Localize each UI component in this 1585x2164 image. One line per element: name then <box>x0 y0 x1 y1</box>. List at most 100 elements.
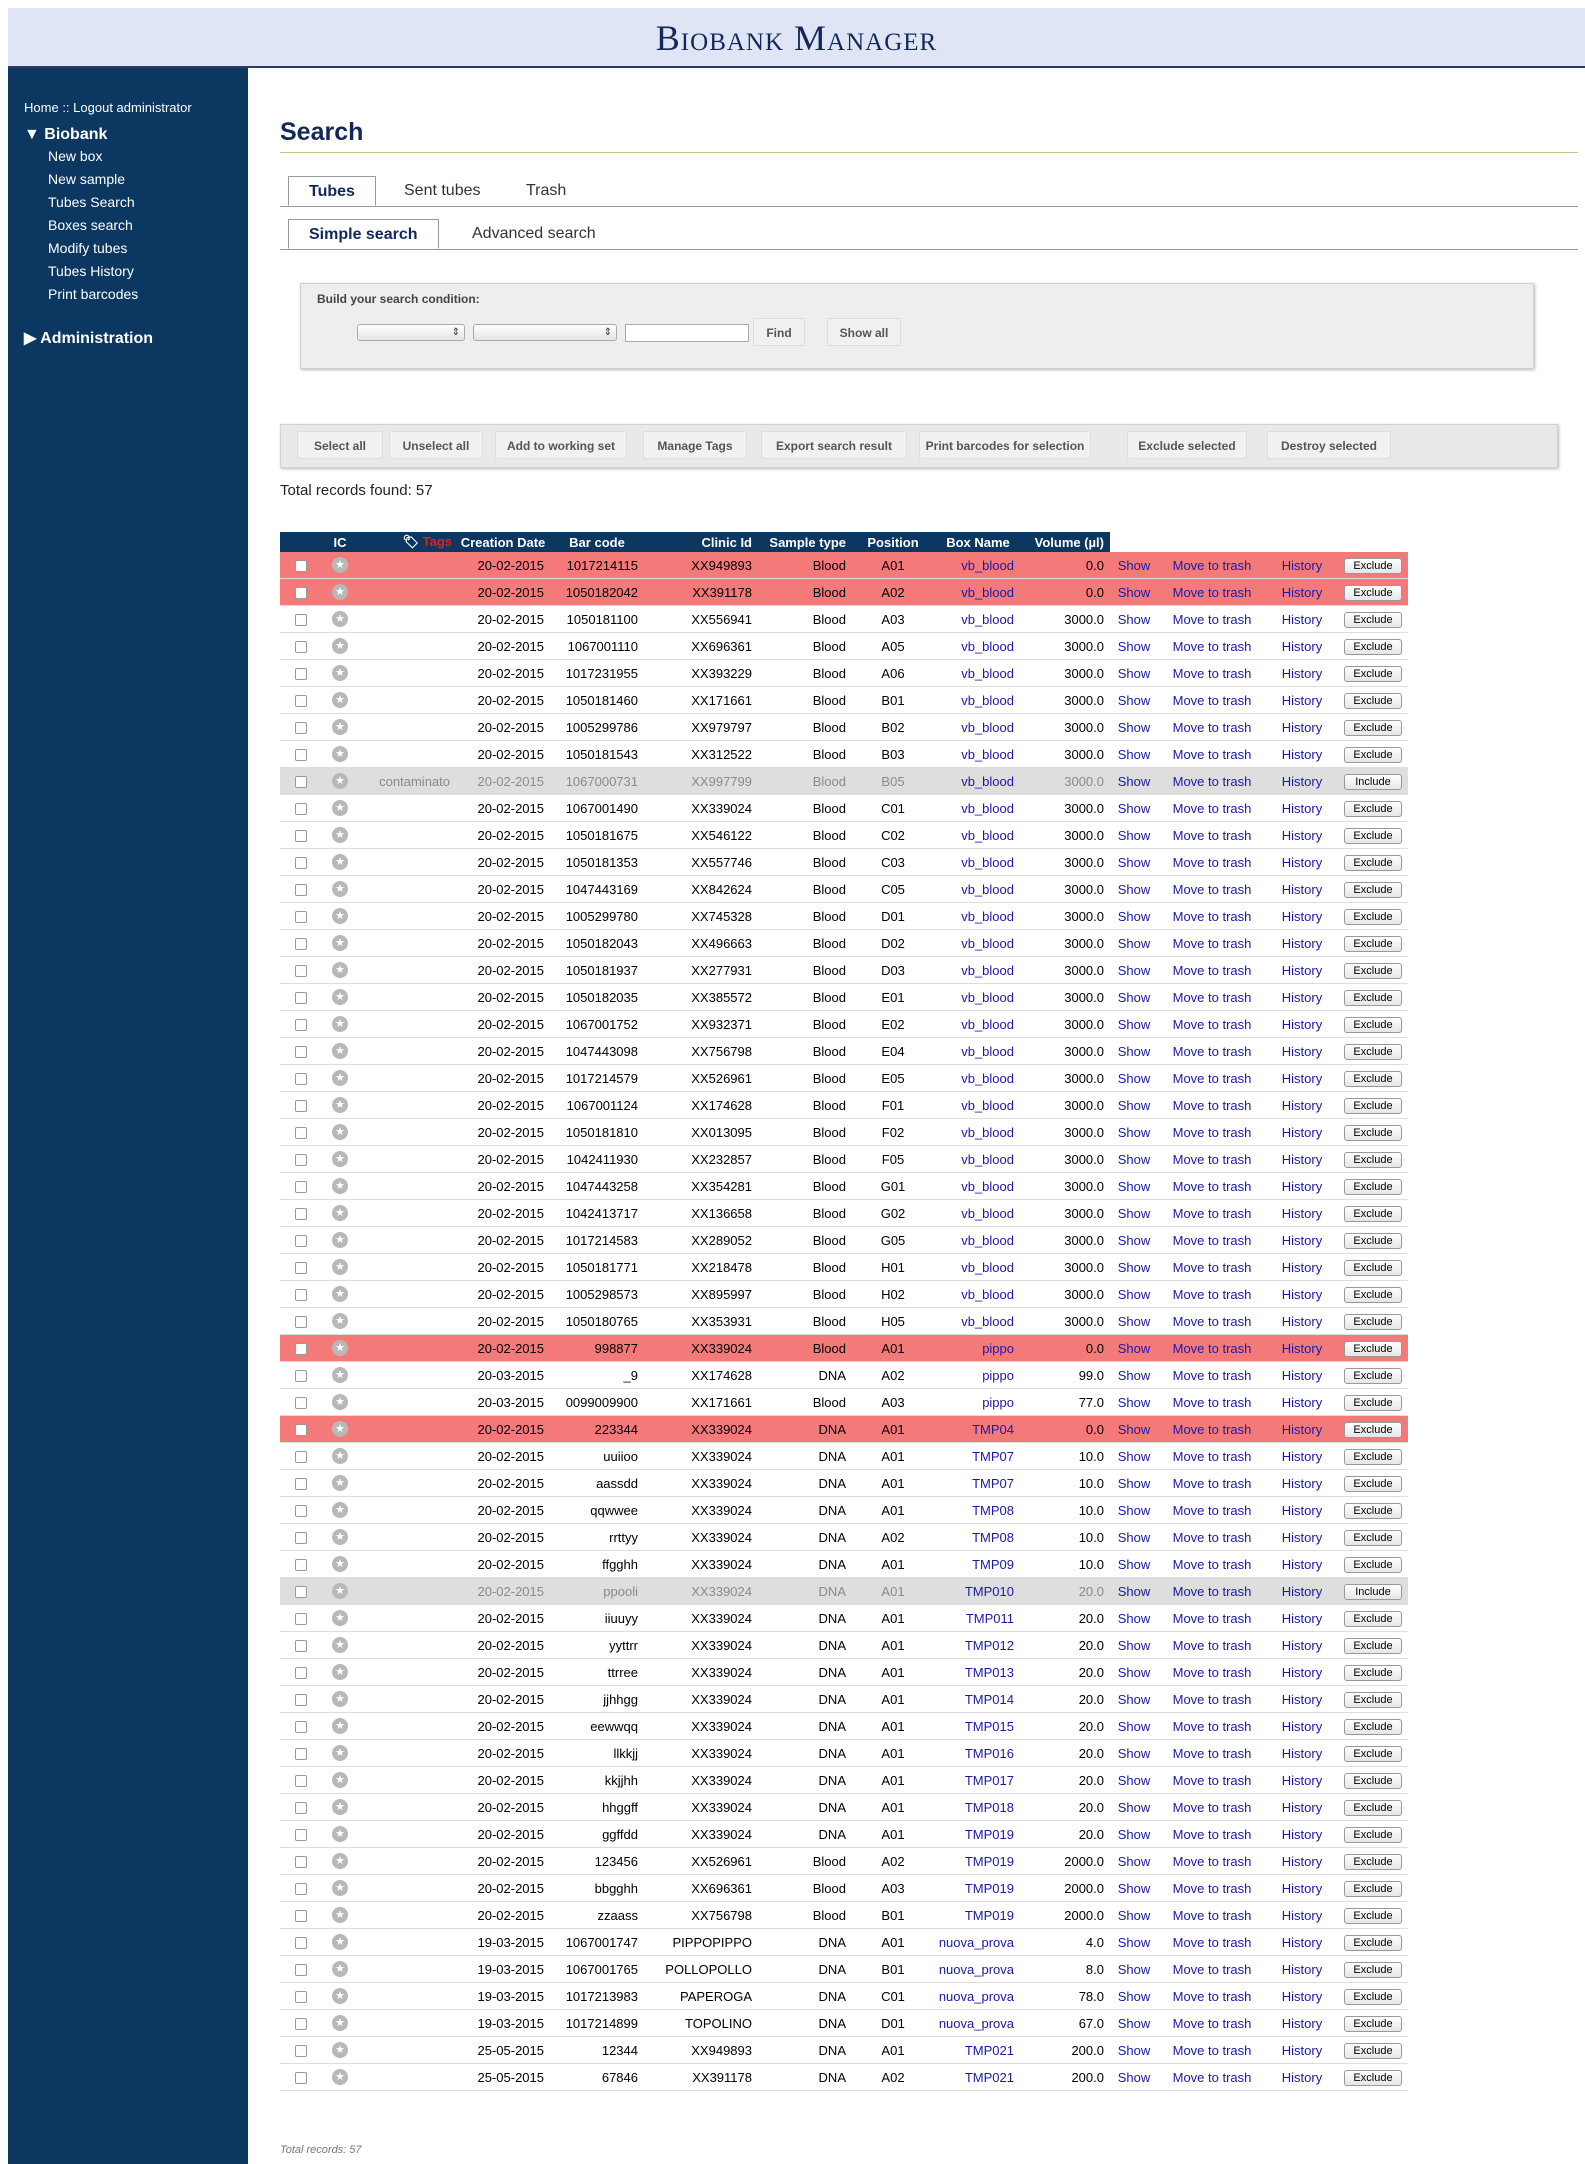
sidebar-section-biobank[interactable]: ▼ Biobank <box>24 126 107 144</box>
row-box-name-link[interactable]: vb_blood <box>934 740 1022 768</box>
star-icon[interactable]: ★ <box>332 1043 348 1060</box>
row-exclude-button[interactable]: Exclude <box>1344 1313 1402 1330</box>
row-move-to-trash-link[interactable]: Move to trash <box>1158 1550 1266 1578</box>
sidebar-item-tubes-search[interactable]: Tubes Search <box>48 194 135 210</box>
row-move-to-trash-link[interactable]: Move to trash <box>1158 1685 1266 1713</box>
row-history-link[interactable]: History <box>1266 1793 1338 1821</box>
star-icon[interactable]: ★ <box>332 1961 348 1978</box>
row-history-link[interactable]: History <box>1266 1226 1338 1254</box>
row-box-name-link[interactable]: vb_blood <box>934 632 1022 660</box>
row-checkbox[interactable] <box>295 1964 307 1977</box>
row-move-to-trash-link[interactable]: Move to trash <box>1158 1361 1266 1389</box>
row-box-name-link[interactable]: TMP07 <box>934 1469 1022 1497</box>
row-checkbox[interactable] <box>295 560 307 573</box>
row-box-name-link[interactable]: TMP019 <box>934 1901 1022 1929</box>
row-checkbox[interactable] <box>295 749 307 762</box>
star-icon[interactable]: ★ <box>332 1340 348 1357</box>
row-box-name-link[interactable]: vb_blood <box>934 875 1022 903</box>
row-history-link[interactable]: History <box>1266 552 1338 579</box>
row-exclude-button[interactable]: Exclude <box>1344 1016 1402 1033</box>
row-move-to-trash-link[interactable]: Move to trash <box>1158 1091 1266 1119</box>
row-exclude-button[interactable]: Exclude <box>1344 1151 1402 1168</box>
row-show-link[interactable]: Show <box>1110 1685 1158 1713</box>
row-show-link[interactable]: Show <box>1110 632 1158 660</box>
row-history-link[interactable]: History <box>1266 1334 1338 1362</box>
row-show-link[interactable]: Show <box>1110 1631 1158 1659</box>
star-icon[interactable]: ★ <box>332 746 348 763</box>
row-box-name-link[interactable]: vb_blood <box>934 983 1022 1011</box>
star-icon[interactable]: ★ <box>332 584 348 601</box>
row-checkbox[interactable] <box>295 1289 307 1302</box>
row-exclude-button[interactable]: Exclude <box>1344 719 1402 736</box>
row-history-link[interactable]: History <box>1266 1442 1338 1470</box>
row-box-name-link[interactable]: TMP014 <box>934 1685 1022 1713</box>
star-icon[interactable]: ★ <box>332 611 348 628</box>
row-history-link[interactable]: History <box>1266 1820 1338 1848</box>
col-clinic-id[interactable]: Clinic Id <box>644 532 758 552</box>
row-box-name-link[interactable]: vb_blood <box>934 659 1022 687</box>
row-box-name-link[interactable]: vb_blood <box>934 1010 1022 1038</box>
row-checkbox[interactable] <box>295 1262 307 1275</box>
row-show-link[interactable]: Show <box>1110 875 1158 903</box>
row-show-link[interactable]: Show <box>1110 1118 1158 1146</box>
row-box-name-link[interactable]: vb_blood <box>934 578 1022 606</box>
row-exclude-button[interactable]: Exclude <box>1344 1907 1402 1924</box>
row-box-name-link[interactable]: TMP012 <box>934 1631 1022 1659</box>
row-move-to-trash-link[interactable]: Move to trash <box>1158 1199 1266 1227</box>
col-volume[interactable]: Volume (µl) <box>1022 532 1110 552</box>
row-exclude-button[interactable]: Exclude <box>1344 1340 1402 1357</box>
row-checkbox[interactable] <box>295 1424 307 1437</box>
row-move-to-trash-link[interactable]: Move to trash <box>1158 1793 1266 1821</box>
row-history-link[interactable]: History <box>1266 1010 1338 1038</box>
row-exclude-button[interactable]: Exclude <box>1344 1421 1402 1438</box>
row-box-name-link[interactable]: vb_blood <box>934 1280 1022 1308</box>
star-icon[interactable]: ★ <box>332 2042 348 2059</box>
star-icon[interactable]: ★ <box>332 1772 348 1789</box>
row-history-link[interactable]: History <box>1266 1496 1338 1524</box>
row-checkbox[interactable] <box>295 830 307 843</box>
star-icon[interactable]: ★ <box>332 1475 348 1492</box>
row-exclude-button[interactable]: Exclude <box>1344 1664 1402 1681</box>
col-box-name[interactable]: Box Name <box>934 532 1022 552</box>
row-move-to-trash-link[interactable]: Move to trash <box>1158 1010 1266 1038</box>
row-show-link[interactable]: Show <box>1110 1496 1158 1524</box>
row-move-to-trash-link[interactable]: Move to trash <box>1158 605 1266 633</box>
row-show-link[interactable]: Show <box>1110 1388 1158 1416</box>
row-show-link[interactable]: Show <box>1110 1334 1158 1362</box>
row-show-link[interactable]: Show <box>1110 1712 1158 1740</box>
row-checkbox[interactable] <box>295 1370 307 1383</box>
operator-select[interactable]: ⇕ <box>473 324 617 341</box>
row-box-name-link[interactable]: vb_blood <box>934 1253 1022 1281</box>
row-move-to-trash-link[interactable]: Move to trash <box>1158 1307 1266 1335</box>
row-checkbox[interactable] <box>295 911 307 924</box>
row-show-link[interactable]: Show <box>1110 1901 1158 1929</box>
row-box-name-link[interactable]: vb_blood <box>934 767 1022 795</box>
star-icon[interactable]: ★ <box>332 1637 348 1654</box>
star-icon[interactable]: ★ <box>332 881 348 898</box>
row-history-link[interactable]: History <box>1266 632 1338 660</box>
row-checkbox[interactable] <box>295 722 307 735</box>
row-box-name-link[interactable]: TMP021 <box>934 2063 1022 2091</box>
row-history-link[interactable]: History <box>1266 1550 1338 1578</box>
row-checkbox[interactable] <box>295 1343 307 1356</box>
row-move-to-trash-link[interactable]: Move to trash <box>1158 1172 1266 1200</box>
star-icon[interactable]: ★ <box>332 962 348 979</box>
row-history-link[interactable]: History <box>1266 1361 1338 1389</box>
row-box-name-link[interactable]: vb_blood <box>934 713 1022 741</box>
row-box-name-link[interactable]: TMP017 <box>934 1766 1022 1794</box>
row-box-name-link[interactable]: TMP08 <box>934 1523 1022 1551</box>
star-icon[interactable]: ★ <box>332 1151 348 1168</box>
star-icon[interactable]: ★ <box>332 692 348 709</box>
row-box-name-link[interactable]: TMP07 <box>934 1442 1022 1470</box>
logout-link[interactable]: Logout administrator <box>73 100 192 115</box>
row-move-to-trash-link[interactable]: Move to trash <box>1158 821 1266 849</box>
row-move-to-trash-link[interactable]: Move to trash <box>1158 2063 1266 2091</box>
row-move-to-trash-link[interactable]: Move to trash <box>1158 1658 1266 1686</box>
row-show-link[interactable]: Show <box>1110 1010 1158 1038</box>
sidebar-item-tubes-history[interactable]: Tubes History <box>48 263 134 279</box>
row-history-link[interactable]: History <box>1266 578 1338 606</box>
row-show-link[interactable]: Show <box>1110 1982 1158 2010</box>
row-exclude-button[interactable]: Exclude <box>1344 1259 1402 1276</box>
row-history-link[interactable]: History <box>1266 1928 1338 1956</box>
star-icon[interactable]: ★ <box>332 1205 348 1222</box>
